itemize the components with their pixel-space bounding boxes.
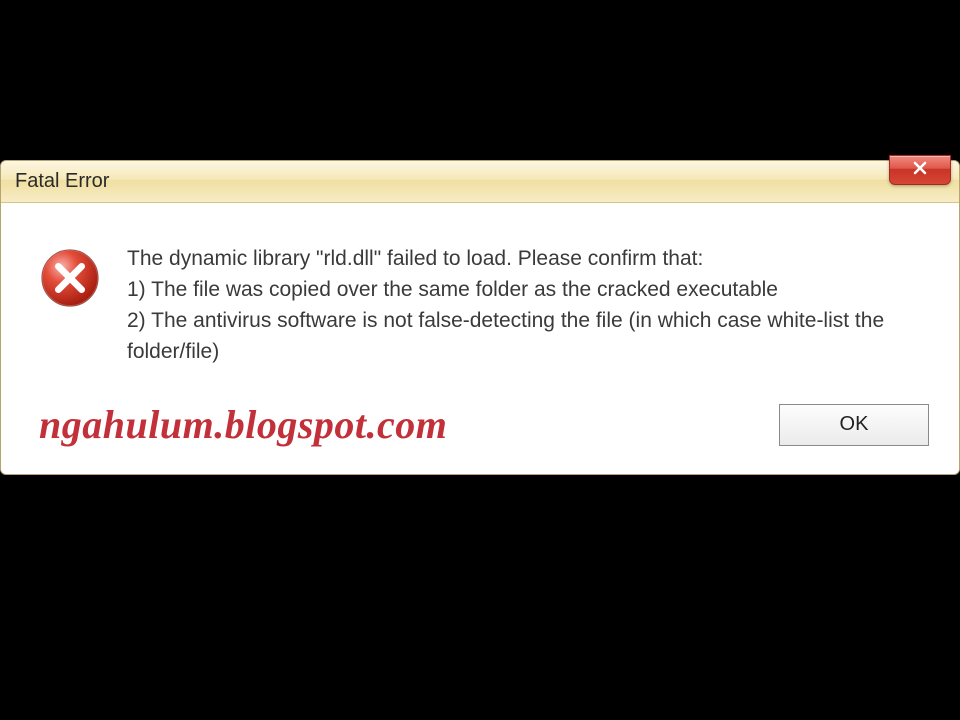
error-message: The dynamic library "rld.dll" failed to …: [127, 243, 921, 367]
error-icon: [39, 247, 101, 309]
dialog-content: The dynamic library "rld.dll" failed to …: [1, 203, 959, 387]
titlebar[interactable]: Fatal Error: [1, 161, 959, 203]
close-icon: [912, 160, 928, 181]
error-dialog: Fatal Error: [0, 160, 960, 475]
window-title: Fatal Error: [15, 170, 109, 193]
close-button[interactable]: [889, 155, 951, 185]
watermark-text: ngahulum.blogspot.com: [39, 401, 447, 448]
ok-button[interactable]: OK: [779, 404, 929, 446]
dialog-footer: ngahulum.blogspot.com OK: [1, 387, 959, 474]
